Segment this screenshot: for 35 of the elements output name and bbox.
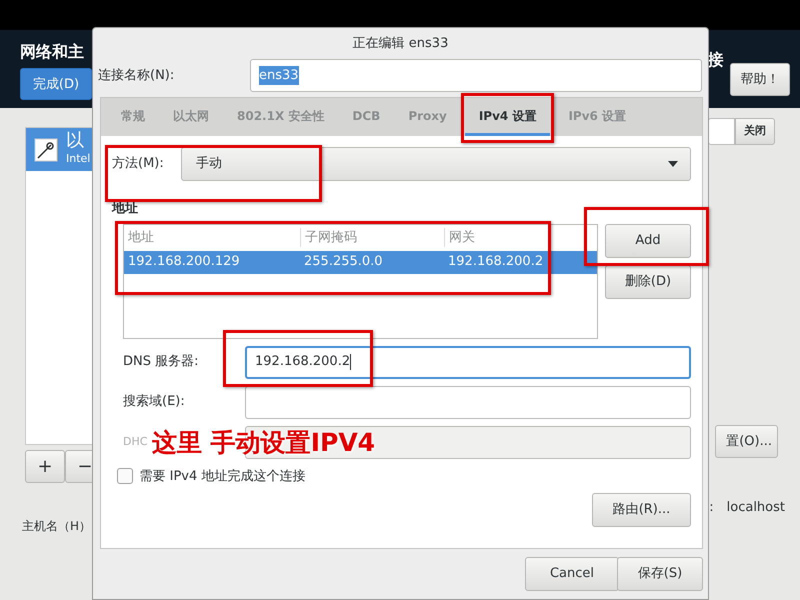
help-button[interactable]: 帮助！ (730, 63, 790, 96)
add-button[interactable]: Add (605, 224, 691, 258)
done-button[interactable]: 完成(D) (20, 68, 92, 100)
device-name: 以 (66, 131, 85, 152)
hostname-colon: : (709, 499, 714, 517)
input-field[interactable]: 192.168.200.2 (245, 346, 691, 378)
field-value: ens33 (259, 66, 299, 86)
add-button[interactable]: + (25, 450, 65, 483)
delete-button[interactable]: 删除(D) (605, 264, 691, 298)
off-button[interactable]: 关闭 (735, 118, 775, 145)
dialog-title: 正在编辑 ens33 (352, 34, 450, 53)
section-heading: 地址 (112, 200, 139, 218)
field-label: 连接名称(N): (98, 66, 176, 85)
save-button[interactable]: 保存(S) (617, 557, 703, 591)
hostname-value: localhost (726, 499, 785, 517)
caret-icon (668, 161, 678, 167)
input-field[interactable] (245, 386, 691, 418)
text-cursor (350, 354, 352, 370)
field-label: DHC (123, 435, 148, 448)
field-label: 方法(M): (112, 155, 165, 174)
window-title: 网络和主 (20, 42, 85, 62)
routes-button[interactable]: 路由(R)... (592, 493, 691, 527)
configure-button[interactable]: 置(O)... (715, 425, 778, 458)
cancel-button[interactable]: Cancel (525, 557, 619, 591)
checkbox-label[interactable]: 需要 IPv4 地址完成这个连接 (140, 466, 306, 486)
annotation-text: 这里 手动设置IPV4 (152, 427, 376, 459)
method-dropdown[interactable]: 手动 (181, 147, 691, 181)
field-label: 搜索域(E): (123, 394, 185, 410)
checkbox[interactable] (117, 468, 133, 484)
window-title: 接 (708, 50, 724, 70)
network-icon (34, 138, 58, 162)
field-label: DNS 服务器: (123, 354, 198, 370)
tab[interactable]: IPv4 设置 (464, 98, 550, 136)
hostname-label: 主机名（H） (22, 518, 92, 535)
device-detail: Intel (66, 151, 90, 168)
